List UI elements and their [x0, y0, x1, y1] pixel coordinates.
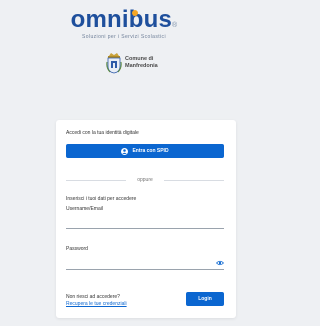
municipality-line2: Manfredonia: [125, 63, 158, 69]
divider-line-right: [164, 180, 224, 181]
brand-accent-dot-icon: [132, 10, 138, 16]
username-input[interactable]: [66, 216, 224, 229]
spid-login-button[interactable]: Entra con SPID: [66, 144, 224, 158]
digital-identity-label: Accedi con la tua identità digitale: [66, 130, 139, 136]
credentials-heading: Inserisci i tuoi dati per accedere: [66, 196, 137, 202]
help-block: Non riesci ad accedere? Recupera le tue …: [66, 294, 127, 307]
eye-icon[interactable]: [216, 260, 224, 266]
password-input[interactable]: [66, 257, 224, 270]
brand-tagline: Soluzioni per i Servizi Scolastici: [82, 34, 166, 40]
brand-name-part1: omni: [70, 6, 129, 33]
recover-credentials-link[interactable]: Recupera le tue credenziali: [66, 301, 127, 307]
login-button[interactable]: Login: [186, 292, 224, 306]
login-card: Accedi con la tua identità digitale Entr…: [56, 120, 236, 318]
spid-user-icon: [121, 147, 129, 155]
password-label: Password: [66, 246, 88, 252]
spid-button-label: Entra con SPID: [132, 148, 169, 154]
or-divider: oppure: [66, 176, 224, 184]
registered-mark: ®: [172, 22, 178, 29]
municipal-crest-icon: [106, 53, 122, 74]
username-label: Username/Email: [66, 206, 103, 212]
help-question: Non riesci ad accedere?: [66, 294, 120, 300]
municipality-name: Comune di Manfredonia: [125, 56, 158, 70]
brand-logo: omnibus®: [0, 6, 248, 34]
municipality-line1: Comune di: [125, 56, 154, 62]
header: omnibus® Soluzioni per i Servizi Scolast…: [0, 0, 248, 120]
login-button-label: Login: [198, 296, 212, 302]
